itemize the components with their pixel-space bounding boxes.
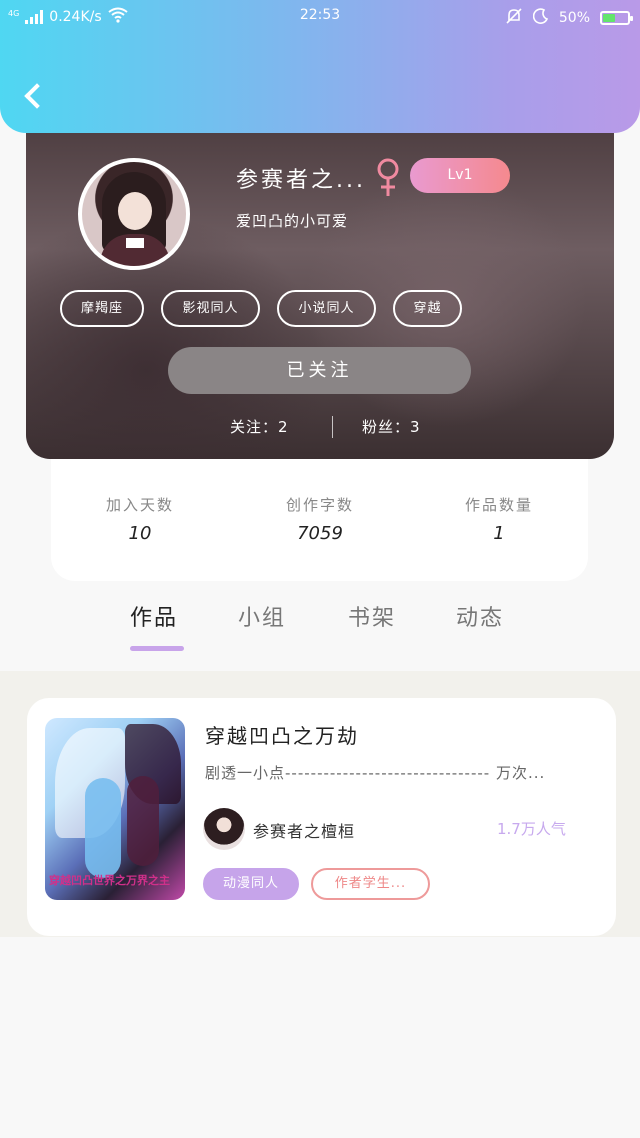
tab-works[interactable]: 作品 [130,600,178,632]
profile-name: 参赛者之... [236,168,366,193]
profile-signature: 爱凹凸的小可爱 [236,212,349,230]
profile-tag[interactable]: 影视同人 [161,290,260,327]
female-icon [376,158,400,198]
follow-button[interactable]: 已关注 [168,347,471,394]
user-avatar[interactable] [78,158,190,270]
stats-divider [332,416,333,438]
content-tabs: 作品 小组 书架 动态 [0,600,640,660]
stat-value: 10 [128,523,152,544]
work-description: 剧透一小点-------------------------------- 万次… [205,764,546,782]
cover-art-figure [85,778,121,878]
cover-title: 穿越凹凸世界之万界之主 [49,874,170,887]
status-bar: 4G 0.24K/s 22:53 50% [0,0,640,32]
battery-icon [600,11,633,25]
stat-label: 创作字数 [285,496,354,514]
popularity-count: 1.7万人气 [497,820,566,838]
mute-icon [505,7,523,29]
work-cover-image[interactable]: 穿越凹凸世界之万界之主 [45,718,185,900]
moon-icon [532,8,549,28]
stat-label: 作品数量 [464,496,533,514]
author-name[interactable]: 参赛者之檀桓 [253,818,355,842]
stat-word-count: 创作字数 7059 [245,494,395,544]
tab-groups[interactable]: 小组 [238,600,286,632]
top-header: 4G 0.24K/s 22:53 50% [0,0,640,133]
work-title[interactable]: 穿越凹凸之万劫 [205,720,359,749]
author-avatar[interactable] [203,808,245,850]
profile-tag[interactable]: 小说同人 [277,290,376,327]
back-arrow-icon[interactable] [20,78,50,114]
profile-tag[interactable]: 摩羯座 [60,290,144,327]
stat-join-days: 加入天数 10 [65,494,215,544]
status-right: 50% [505,7,633,29]
work-tag[interactable]: 动漫同人 [203,868,299,900]
following-count[interactable]: 关注：2 [230,416,289,437]
stat-work-count: 作品数量 1 [424,494,574,544]
battery-fill [603,14,615,22]
tab-activity[interactable]: 动态 [456,600,504,632]
work-tag[interactable]: 作者学生... [311,868,430,900]
profile-card: 参赛者之... Lv1 爱凹凸的小可爱 摩羯座 影视同人 小说同人 穿越 已关注… [26,110,614,459]
stat-value: 7059 [297,523,343,544]
battery-percent: 50% [558,10,590,26]
profile-tag[interactable]: 穿越 [393,290,462,327]
avatar-bow [126,238,144,248]
active-tab-indicator [130,646,184,651]
works-list: 穿越凹凸世界之万界之主 穿越凹凸之万劫 剧透一小点---------------… [0,671,640,937]
followers-count[interactable]: 粉丝：3 [362,416,421,437]
cover-art-figure [127,776,159,866]
avatar-face [118,192,152,230]
stat-value: 1 [493,523,505,544]
tab-bookshelf[interactable]: 书架 [348,600,396,632]
work-card[interactable]: 穿越凹凸世界之万界之主 穿越凹凸之万劫 剧透一小点---------------… [27,698,616,936]
level-badge: Lv1 [410,158,510,193]
stat-label: 加入天数 [105,496,174,514]
stats-card: 加入天数 10 创作字数 7059 作品数量 1 [51,440,588,581]
